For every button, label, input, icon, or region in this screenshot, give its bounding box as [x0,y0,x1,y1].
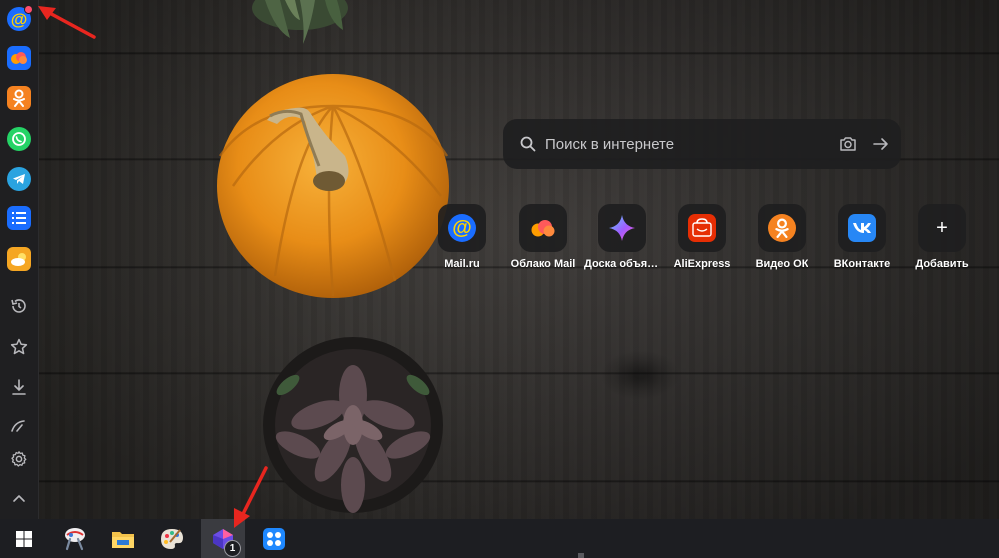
sparkle-icon [608,214,636,242]
sidebar-whatsapp-button[interactable] [7,127,31,151]
sidebar-cloud-button[interactable] [7,46,31,70]
speedometer-icon [11,420,25,432]
tile-cloud[interactable]: Облако Mail [505,204,581,276]
windows-taskbar [0,519,999,558]
search-icon [520,136,536,152]
speed-dial: @ Mail.ru Облако Mail Доска объявл AliEx… [438,204,978,276]
sidebar-collapse-button[interactable] [9,488,29,508]
sidebar-weather-button[interactable] [7,247,31,271]
app-grid-icon [263,527,285,550]
gear-icon [11,451,27,467]
paint-palette-icon [161,528,183,549]
sidebar-telegram-button[interactable] [7,167,31,191]
taskbar-paint[interactable] [150,519,194,558]
history-icon [11,299,26,313]
sidebar-downloads-button[interactable] [9,377,29,397]
notification-dot [24,5,33,14]
tile-box [678,204,726,252]
tile-label: Доска объявлений [584,258,660,270]
cloud-icon [529,214,557,242]
snipping-tool-icon [65,527,85,550]
aliexpress-icon [688,214,716,242]
telegram-icon [13,174,25,184]
pumpkin-image [217,74,449,298]
tile-vk[interactable]: ВКонтакте [824,204,900,276]
tile-box [758,204,806,252]
list-icon [12,212,26,224]
start-button[interactable] [2,519,46,558]
mailru-icon: @ [448,214,476,242]
search-bar[interactable] [503,119,901,169]
sidebar-tasks-button[interactable] [7,206,31,230]
weather-icon [11,253,26,266]
succulent-top-image [252,0,348,44]
search-input[interactable] [545,134,825,154]
tile-box [598,204,646,252]
tile-add[interactable]: + Добавить [904,204,980,276]
download-icon [12,379,26,395]
ok-icon [13,89,25,107]
chevron-up-icon [13,495,25,502]
star-icon [10,338,28,355]
sidebar-bookmarks-button[interactable] [9,337,29,357]
tile-label: Добавить [915,258,969,270]
tile-label: ВКонтакте [833,258,891,270]
whatsapp-icon [12,132,26,146]
tile-label: Mail.ru [444,258,480,270]
taskbar-badge: 1 [224,540,241,557]
tile-box: + [918,204,966,252]
plus-icon: + [936,217,948,239]
windows-logo-icon [16,530,32,547]
annotation-arrow-taskbar [234,466,268,528]
camera-icon[interactable] [838,134,858,154]
cloud-icon [11,52,27,64]
succulent-bottom-image [263,337,443,513]
tile-box [838,204,886,252]
tile-mailru[interactable]: @ Mail.ru [424,204,500,276]
taskbar-app-snipping[interactable] [53,519,97,558]
ok-icon [768,214,796,242]
folder-icon [112,531,134,548]
tile-box: @ [438,204,486,252]
taskbar-file-explorer[interactable] [101,519,145,558]
sidebar-history-button[interactable] [9,296,29,316]
tile-aliexpress[interactable]: AliExpress [664,204,740,276]
annotation-arrow-sidebar [38,6,96,39]
arrow-right-icon[interactable] [871,134,891,154]
tile-label: AliExpress [673,258,731,270]
sidebar-ok-button[interactable] [7,86,31,110]
tile-label: Облако Mail [510,258,576,270]
sidebar-performance-button[interactable] [9,416,29,436]
tray-indicator [578,553,584,558]
tile-box [519,204,567,252]
tile-label: Видео ОК [755,258,809,270]
vk-icon [848,214,876,242]
sidebar-settings-button[interactable] [9,449,29,469]
tile-board[interactable]: Доска объявлений [584,204,660,276]
sidebar-mailru-button[interactable]: @ [7,5,33,31]
tile-ok-video[interactable]: Видео ОК [744,204,820,276]
browser-sidebar: @ [0,0,39,519]
